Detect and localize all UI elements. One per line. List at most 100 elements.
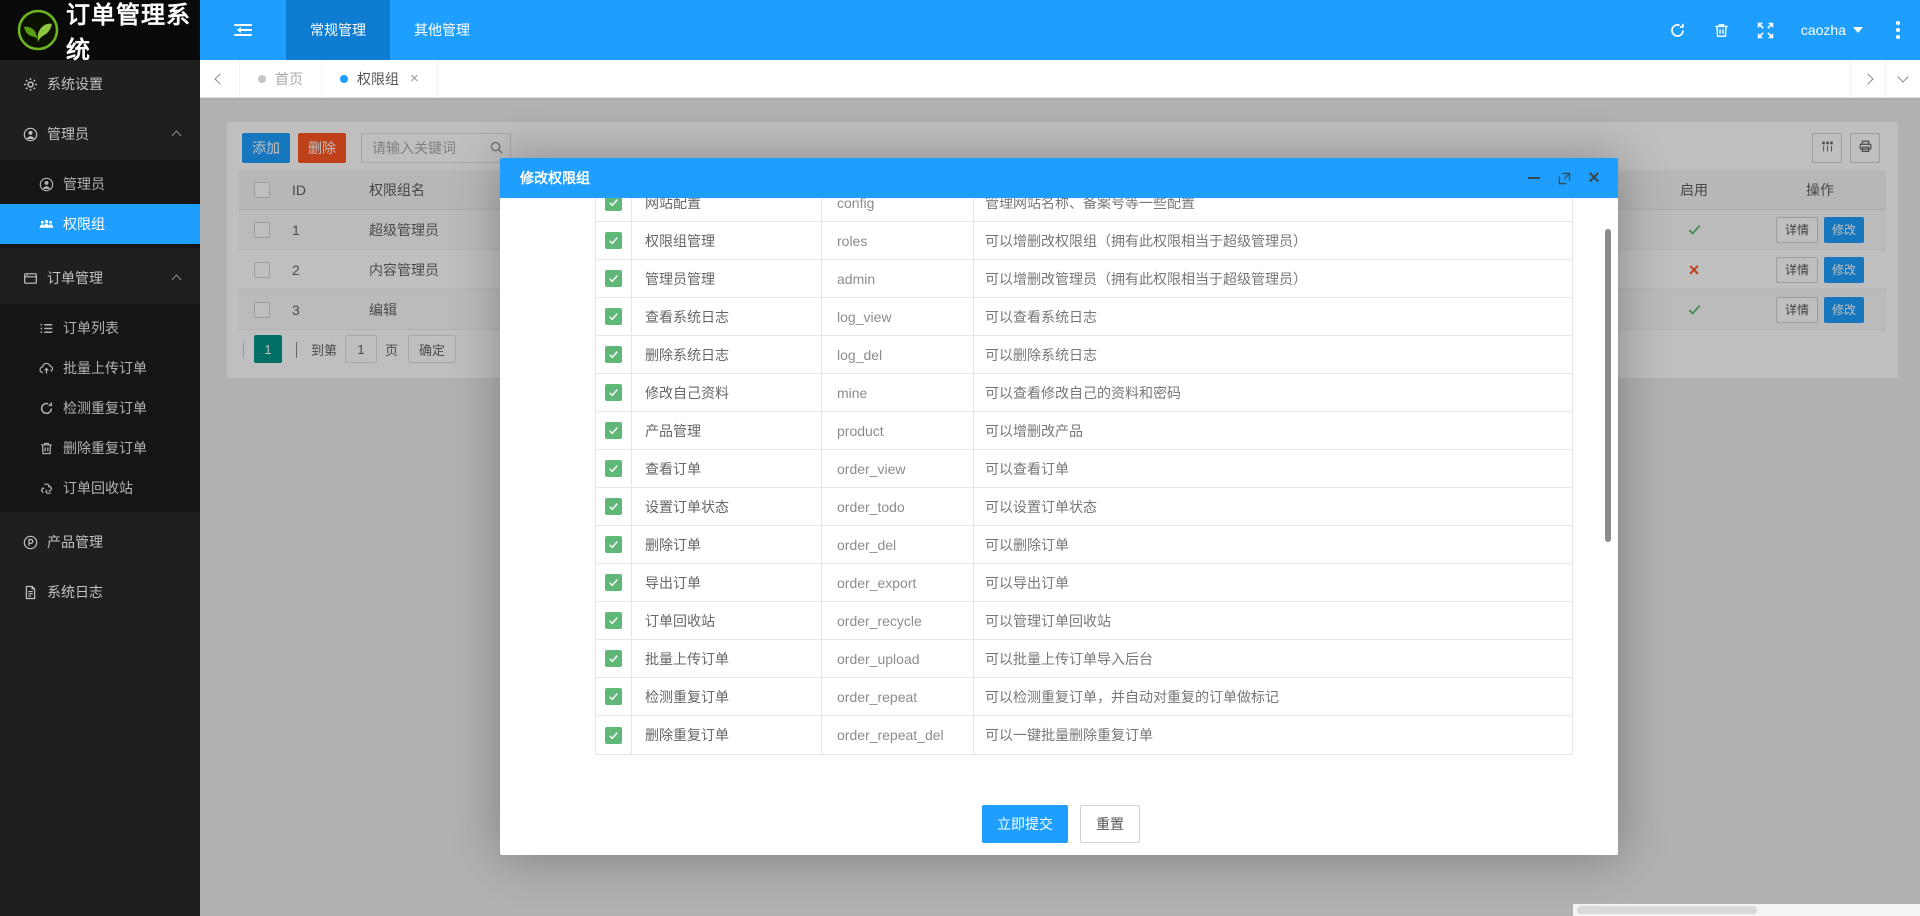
permission-checkbox[interactable] — [605, 612, 622, 629]
permission-checkbox[interactable] — [605, 460, 622, 477]
tab-permission-group[interactable]: 权限组 × — [322, 60, 438, 97]
permission-code: log_del — [821, 336, 973, 373]
permission-code: order_view — [821, 450, 973, 487]
permission-code: config — [821, 198, 973, 221]
permission-row: 查看系统日志 log_view 可以查看系统日志 — [596, 298, 1572, 336]
permission-checkbox[interactable] — [605, 574, 622, 591]
chevron-right-icon — [1862, 73, 1873, 84]
permission-name: 查看系统日志 — [631, 298, 821, 335]
permission-checkbox[interactable] — [605, 536, 622, 553]
permission-code: order_del — [821, 526, 973, 563]
permission-checkbox[interactable] — [605, 422, 622, 439]
permission-row: 删除订单 order_del 可以删除订单 — [596, 526, 1572, 564]
caret-down-icon — [1853, 27, 1863, 38]
topnav-tab-qita[interactable]: 其他管理 — [390, 0, 494, 60]
permission-checkbox[interactable] — [605, 308, 622, 325]
topnav-tab-changgui[interactable]: 常规管理 — [286, 0, 390, 60]
tabbar: 首页 权限组 × — [200, 60, 1920, 98]
sidebar-item-label: 检测重复订单 — [63, 398, 147, 418]
permission-desc: 可以删除系统日志 — [973, 336, 1572, 373]
permission-checkbox[interactable] — [605, 232, 622, 249]
permission-checkbox[interactable] — [605, 727, 622, 744]
permission-desc: 可以增删改产品 — [973, 412, 1572, 449]
permission-desc: 可以管理订单回收站 — [973, 602, 1572, 639]
permission-checkbox[interactable] — [605, 384, 622, 401]
screen: 订单管理系统 系统设置 管理员 管理员 权限组 订单管理 订单列表 批量上传订单… — [0, 0, 1920, 916]
permission-name: 查看订单 — [631, 450, 821, 487]
recycle-icon — [38, 480, 54, 496]
fullscreen-icon[interactable] — [1757, 22, 1774, 39]
tab-dot-icon — [340, 75, 348, 83]
permission-code: order_repeat — [821, 678, 973, 715]
tab-scroll-left-button[interactable] — [200, 60, 240, 97]
tab-menu-button[interactable] — [1885, 60, 1920, 97]
permission-desc: 可以查看订单 — [973, 450, 1572, 487]
permission-desc: 可以查看系统日志 — [973, 298, 1572, 335]
user-circle-icon — [22, 126, 38, 142]
sidebar-item[interactable]: 系统日志 — [0, 572, 200, 612]
sidebar-item[interactable]: 管理员 — [0, 164, 200, 204]
permission-row: 删除系统日志 log_del 可以删除系统日志 — [596, 336, 1572, 374]
more-menu-icon[interactable] — [1896, 28, 1900, 32]
maximize-button[interactable] — [1556, 170, 1572, 186]
tab-scroll-right-button[interactable] — [1850, 60, 1885, 97]
topbar: 常规管理 其他管理 caozha — [200, 0, 1920, 60]
permission-row: 权限组管理 roles 可以增删改权限组（拥有此权限相当于超级管理员） — [596, 222, 1572, 260]
modal-header[interactable]: 修改权限组 × — [500, 158, 1618, 198]
chevron-up-icon — [172, 275, 182, 285]
permission-checkbox[interactable] — [605, 346, 622, 363]
tab-home[interactable]: 首页 — [240, 60, 322, 97]
sidebar-item[interactable]: 订单列表 — [0, 308, 200, 348]
refresh-icon — [38, 400, 54, 416]
trash-icon[interactable] — [1713, 22, 1730, 39]
sidebar-item[interactable]: 管理员 — [0, 114, 200, 154]
permission-code: admin — [821, 260, 973, 297]
permission-name: 产品管理 — [631, 412, 821, 449]
permission-checkbox[interactable] — [605, 270, 622, 287]
close-icon[interactable]: × — [410, 70, 419, 87]
sidebar-item[interactable]: 订单回收站 — [0, 468, 200, 508]
minimize-button[interactable] — [1526, 170, 1542, 186]
permission-row: 产品管理 product 可以增删改产品 — [596, 412, 1572, 450]
reset-button[interactable]: 重置 — [1080, 805, 1140, 843]
permission-row: 导出订单 order_export 可以导出订单 — [596, 564, 1572, 602]
menu-toggle-button[interactable] — [234, 21, 252, 39]
permission-code: order_repeat_del — [821, 716, 973, 754]
sidebar-item-label: 权限组 — [63, 214, 105, 234]
app-title: 订单管理系统 — [66, 0, 200, 65]
close-button[interactable]: × — [1586, 170, 1602, 186]
permission-name: 网站配置 — [631, 198, 821, 221]
sidebar-item[interactable]: 删除重复订单 — [0, 428, 200, 468]
permission-row: 设置订单状态 order_todo 可以设置订单状态 — [596, 488, 1572, 526]
sidebar-item[interactable]: 订单管理 — [0, 258, 200, 298]
horizontal-scrollbar[interactable] — [1573, 904, 1920, 916]
permission-desc: 可以导出订单 — [973, 564, 1572, 601]
sidebar-menu: 系统设置 管理员 管理员 权限组 订单管理 订单列表 批量上传订单 检测重复订单… — [0, 60, 200, 612]
sidebar-item[interactable]: 产品管理 — [0, 522, 200, 562]
permission-checkbox[interactable] — [605, 498, 622, 515]
trash-icon — [38, 440, 54, 456]
permission-code: order_upload — [821, 640, 973, 677]
sidebar-item-label: 批量上传订单 — [63, 358, 147, 378]
permission-checkbox[interactable] — [605, 650, 622, 667]
permission-name: 订单回收站 — [631, 602, 821, 639]
topbar-actions: caozha — [1669, 0, 1906, 60]
permission-name: 删除重复订单 — [631, 716, 821, 754]
sidebar-item[interactable]: 权限组 — [0, 204, 200, 244]
refresh-icon[interactable] — [1669, 22, 1686, 39]
cloud-upload-icon — [38, 360, 54, 376]
modal-footer: 立即提交 重置 — [982, 805, 1140, 843]
permission-name: 设置订单状态 — [631, 488, 821, 525]
sidebar-item[interactable]: 系统设置 — [0, 64, 200, 104]
username-label: caozha — [1801, 22, 1846, 38]
permission-code: product — [821, 412, 973, 449]
modal-scrollbar[interactable] — [1605, 229, 1611, 542]
sidebar-item[interactable]: 检测重复订单 — [0, 388, 200, 428]
permission-checkbox[interactable] — [605, 688, 622, 705]
user-menu[interactable]: caozha — [1801, 22, 1863, 38]
sidebar-item[interactable]: 批量上传订单 — [0, 348, 200, 388]
permission-code: log_view — [821, 298, 973, 335]
permission-checkbox[interactable] — [605, 198, 622, 211]
submit-button[interactable]: 立即提交 — [982, 805, 1068, 843]
sidebar-item-label: 系统设置 — [47, 74, 103, 94]
